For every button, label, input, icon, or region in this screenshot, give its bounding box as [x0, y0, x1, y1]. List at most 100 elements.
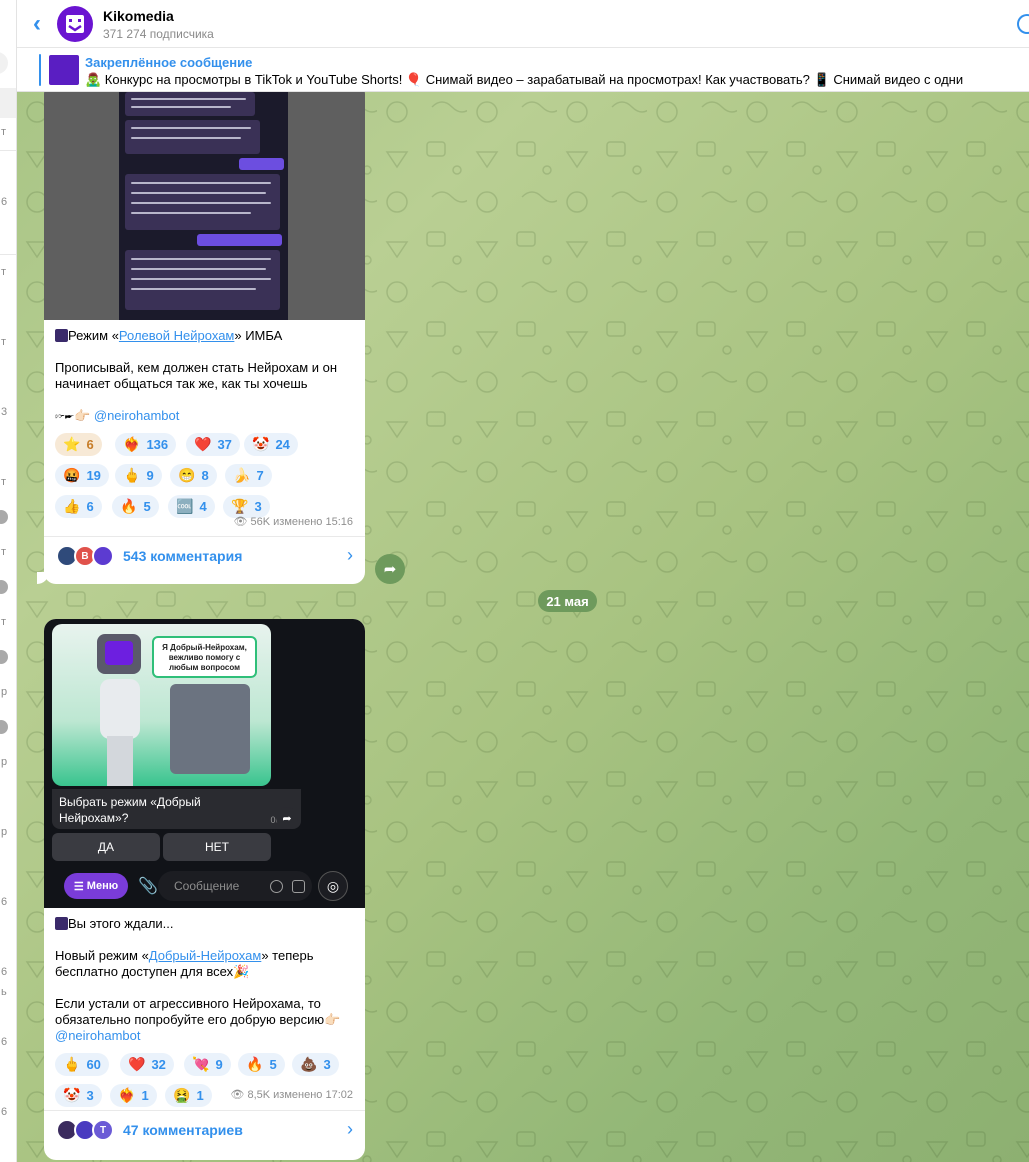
- ролевой-нейрохам-link[interactable]: Ролевой Нейрохам: [119, 328, 234, 343]
- heart-on-fire-icon: ❤️‍🔥: [123, 436, 141, 452]
- fire-icon: 🔥: [246, 1056, 264, 1072]
- camera-icon: ◎: [318, 871, 348, 901]
- bot-emoji-icon: [55, 917, 68, 930]
- star-icon: ⭐: [63, 436, 81, 452]
- yes-keyboard-button: ДА: [52, 833, 160, 861]
- trophy-icon: 🏆: [231, 498, 249, 514]
- reaction-chip[interactable]: 🤬 19: [55, 464, 109, 487]
- chat-header: ‹ Kikomedia 371 274 подписчика: [17, 0, 1029, 48]
- screenshot-message: [125, 92, 255, 116]
- comments-button[interactable]: T 47 комментариев ›: [44, 1110, 365, 1148]
- reaction-count: 1: [141, 1088, 149, 1103]
- chat-list-fragment: т: [1, 476, 7, 488]
- keyboard-icon: [292, 880, 305, 893]
- reaction-chip[interactable]: 😁 8: [170, 464, 217, 487]
- reaction-count: 6: [86, 499, 94, 514]
- screenshot-text-line: [131, 127, 251, 129]
- reaction-chip[interactable]: 🤡 24: [244, 433, 298, 456]
- headline-prefix: Режим «: [68, 328, 119, 343]
- robot-body: [100, 679, 140, 739]
- pinned-message-bar[interactable]: Закреплённое сообщение 🧟‍♂️ Конкурс на п…: [17, 48, 1029, 92]
- reaction-chip[interactable]: ⭐ 6: [55, 433, 102, 456]
- reaction-count: 5: [143, 499, 151, 514]
- paragraph-prefix: Новый режим «: [55, 948, 149, 963]
- reaction-count: 4: [199, 499, 207, 514]
- post-image[interactable]: Я Добрый-Нейрохам, вежливо помогу с любы…: [44, 619, 365, 908]
- channel-avatar[interactable]: [57, 6, 93, 42]
- chat-list-fragment: 6: [1, 896, 8, 908]
- commenter-avatar: T: [92, 1119, 114, 1141]
- comments-button[interactable]: B 543 комментария ›: [44, 536, 365, 574]
- middle-finger-icon: 🖕: [123, 467, 141, 483]
- добрый-нейрохам-link[interactable]: Добрый-Нейрохам: [149, 948, 262, 963]
- reaction-chip[interactable]: 🤡 3: [55, 1084, 102, 1107]
- chat-list-fragment: ь: [1, 986, 7, 998]
- heart-icon: ❤️: [128, 1056, 146, 1072]
- chat-list-fragment: т: [1, 126, 7, 138]
- comments-count: 47 комментариев: [123, 1122, 243, 1138]
- reaction-chip[interactable]: 🍌 7: [225, 464, 272, 487]
- vomit-face-icon: 🤮: [173, 1087, 191, 1103]
- headline-text: Вы этого ждали...: [68, 916, 174, 931]
- chat-avatar-edge: [0, 580, 8, 594]
- reaction-chip[interactable]: ❤️ 32: [120, 1053, 174, 1076]
- forward-icon: ➦: [276, 807, 298, 829]
- reaction-chip[interactable]: ❤️‍🔥 1: [110, 1084, 157, 1107]
- reaction-chip[interactable]: 🖕 9: [115, 464, 162, 487]
- search-input-edge[interactable]: [0, 52, 8, 74]
- commenter-avatars: B: [56, 545, 116, 567]
- reaction-chip[interactable]: 💩 3: [292, 1053, 339, 1076]
- channel-post[interactable]: Я Добрый-Нейрохам, вежливо помогу с любы…: [44, 619, 365, 1160]
- chat-list-fragment: 6: [1, 1106, 8, 1118]
- reaction-chip[interactable]: 🔥 5: [238, 1053, 285, 1076]
- back-arrow-icon[interactable]: ‹: [33, 12, 41, 36]
- chat-list-fragment: р: [1, 756, 8, 768]
- chat-list-sliver[interactable]: т 6 т т 3 т т т р р р 6 6 ь 6 6: [0, 0, 17, 1162]
- loading-spinner-icon: [1017, 14, 1029, 34]
- reaction-chip[interactable]: 👍 6: [55, 495, 102, 518]
- reaction-chip[interactable]: 🖕 60: [55, 1053, 109, 1076]
- reaction-chip[interactable]: ❤️ 37: [186, 433, 240, 456]
- post-image[interactable]: [44, 92, 365, 320]
- screenshot-text-line: [131, 202, 271, 204]
- reaction-count: 6: [86, 437, 94, 452]
- bot-promo-image: Я Добрый-Нейрохам, вежливо помогу с любы…: [52, 624, 271, 786]
- view-count: 56K: [250, 516, 271, 528]
- screenshot-text-line: [131, 212, 251, 214]
- screenshot-text-line: [131, 268, 266, 270]
- reaction-chip[interactable]: 🔥 5: [112, 495, 159, 518]
- bot-mention-link[interactable]: @neirohambot: [94, 408, 179, 423]
- post-mention-line: 🖙🖛👉🏻 @neirohambot: [55, 408, 355, 424]
- clown-icon: 🤡: [252, 436, 270, 452]
- reaction-chip[interactable]: 🆒 4: [168, 495, 215, 518]
- channel-post[interactable]: Режим «Ролевой Нейрохам» ИМБА Прописывай…: [44, 92, 365, 584]
- reaction-chip[interactable]: ❤️‍🔥 136: [115, 433, 177, 456]
- reaction-chip[interactable]: 💘 9: [184, 1053, 231, 1076]
- channel-title[interactable]: Kikomedia: [103, 8, 174, 24]
- edited-time: изменено 17:02: [273, 1089, 353, 1101]
- post-body: Прописывай, кем должен стать Нейрохам и …: [55, 360, 338, 391]
- reaction-chip[interactable]: 🤮 1: [165, 1084, 212, 1107]
- message-placeholder: Сообщение: [158, 871, 312, 901]
- chat-list-fragment: т: [1, 616, 7, 628]
- reaction-count: 24: [275, 437, 290, 452]
- screenshot-text-line: [131, 98, 246, 100]
- chat-list-selected-row[interactable]: [0, 88, 16, 118]
- bot-question-text: Выбрать режим «Добрый Нейрохам»?: [59, 795, 201, 825]
- placeholder-text: Сообщение: [174, 879, 240, 893]
- screenshot-message: [197, 234, 282, 246]
- chat-avatar-edge: [0, 720, 8, 734]
- post-meta: 👁 56K изменено 15:16: [233, 515, 353, 528]
- post-paragraph: Новый режим «Добрый-Нейрохам» теперь бес…: [55, 948, 355, 980]
- comments-count: 543 комментария: [123, 548, 243, 564]
- screenshot-text-line: [131, 258, 271, 260]
- screenshot-message: [239, 158, 284, 170]
- reaction-count: 8: [201, 468, 209, 483]
- bot-mention-link[interactable]: @neirohambot: [55, 1028, 140, 1043]
- chat-list-fragment: т: [1, 546, 7, 558]
- menu-label: Меню: [86, 880, 119, 892]
- chat-list-fragment: т: [1, 336, 7, 348]
- post-headline: Вы этого ждали...: [55, 916, 355, 932]
- chat-list-fragment: т: [1, 266, 7, 278]
- share-icon[interactable]: ➦: [375, 554, 405, 584]
